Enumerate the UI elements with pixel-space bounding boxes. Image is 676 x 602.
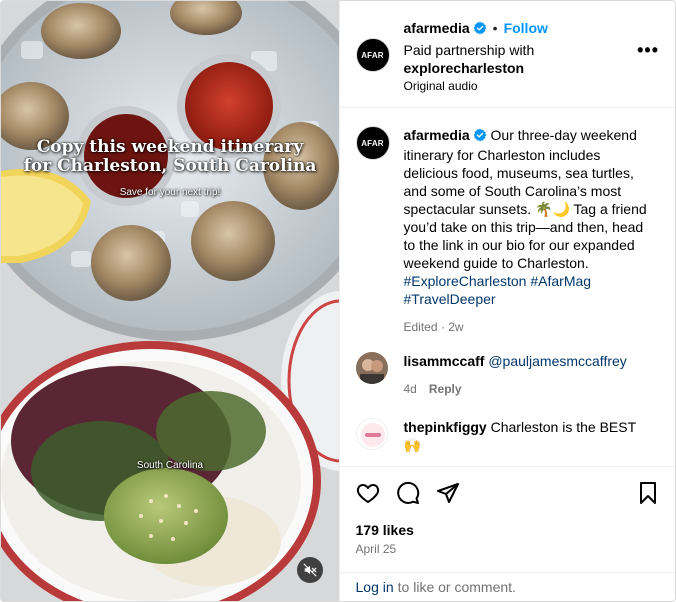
hashtag-link[interactable]: #ExploreCharleston <box>404 273 527 289</box>
avatar[interactable] <box>355 418 388 450</box>
hashtag-link[interactable]: #AfarMag <box>530 273 591 289</box>
overlay-location: South Carolina <box>136 460 204 471</box>
overlay-title-line2: for Charleston, South Carolina <box>23 156 317 176</box>
comment-meta: 4d Reply <box>404 380 652 398</box>
avatar[interactable]: AFAR <box>355 38 390 72</box>
verified-badge-icon <box>473 21 487 39</box>
username[interactable]: lisammccaff <box>404 353 485 369</box>
mute-button[interactable] <box>297 557 323 583</box>
overlay-subtitle: Save for your next trip! <box>119 187 221 198</box>
edited-label: Edited <box>403 320 438 334</box>
caption-body: afarmedia Our three-day weekend itinerar… <box>404 126 652 336</box>
avatar[interactable]: AFAR <box>355 126 390 160</box>
bookmark-icon[interactable] <box>636 481 660 505</box>
post-dialog: Copy this weekend itinerary for Charlest… <box>0 0 676 602</box>
post-date[interactable]: April 25 <box>356 542 397 556</box>
post-video[interactable]: Copy this weekend itinerary for Charlest… <box>1 1 339 601</box>
caption-meta: Edited · 2w <box>403 320 464 334</box>
likes-count[interactable]: 179 likes <box>356 522 414 538</box>
hashtag-link[interactable]: #TravelDeeper <box>404 291 496 307</box>
post-panel: AFAR afarmedia • Follow Paid partnership w… <box>338 1 676 601</box>
audio-label[interactable]: Original audio <box>404 77 478 95</box>
action-bar: 179 likes April 25 <box>339 466 675 572</box>
login-link[interactable]: Log in <box>356 579 394 595</box>
mention-link[interactable]: @pauljamesmccaffrey <box>488 353 626 369</box>
heart-icon[interactable] <box>356 481 380 505</box>
login-prompt: Log in to like or comment. <box>339 572 675 601</box>
comments-section[interactable]: AFAR afarmedia Our three-day weekend iti… <box>340 108 676 466</box>
partnership-label: Paid partnership with <box>403 42 535 58</box>
reply-button[interactable]: Reply <box>429 382 462 396</box>
comment-body: lisammccaff @pauljamesmccaffrey 4d Reply <box>404 352 652 398</box>
overlay-title-line1: Copy this weekend itinerary <box>36 137 304 157</box>
share-icon[interactable] <box>436 481 460 505</box>
comment-age[interactable]: 4d <box>404 382 417 396</box>
username[interactable]: afarmedia <box>404 20 470 36</box>
food-photo <box>1 1 339 601</box>
username[interactable]: afarmedia <box>404 127 470 143</box>
overlay-title: Copy this weekend itinerary for Charlest… <box>1 138 339 176</box>
follow-button[interactable]: Follow <box>504 20 548 36</box>
header-user-line: afarmedia • Follow <box>404 19 548 39</box>
post-header: AFAR afarmedia • Follow Paid partnership w… <box>339 1 675 108</box>
caption-text: Our three-day weekend itinerary for Char… <box>403 127 647 271</box>
separator-dot: • <box>492 20 498 36</box>
comment-body: thepinkfiggy Charleston is the BEST 🙌 <box>404 418 652 454</box>
partner-link[interactable]: explorecharleston <box>404 59 525 77</box>
username[interactable]: thepinkfiggy <box>404 419 487 435</box>
verified-badge-icon <box>473 128 487 146</box>
login-prompt-text: to like or comment. <box>397 579 516 595</box>
caption-age[interactable]: 2w <box>448 320 463 334</box>
more-options-icon[interactable]: ••• <box>637 41 659 59</box>
avatar[interactable] <box>355 352 388 384</box>
speaker-muted-icon <box>303 563 317 577</box>
comment-icon[interactable] <box>396 481 420 505</box>
